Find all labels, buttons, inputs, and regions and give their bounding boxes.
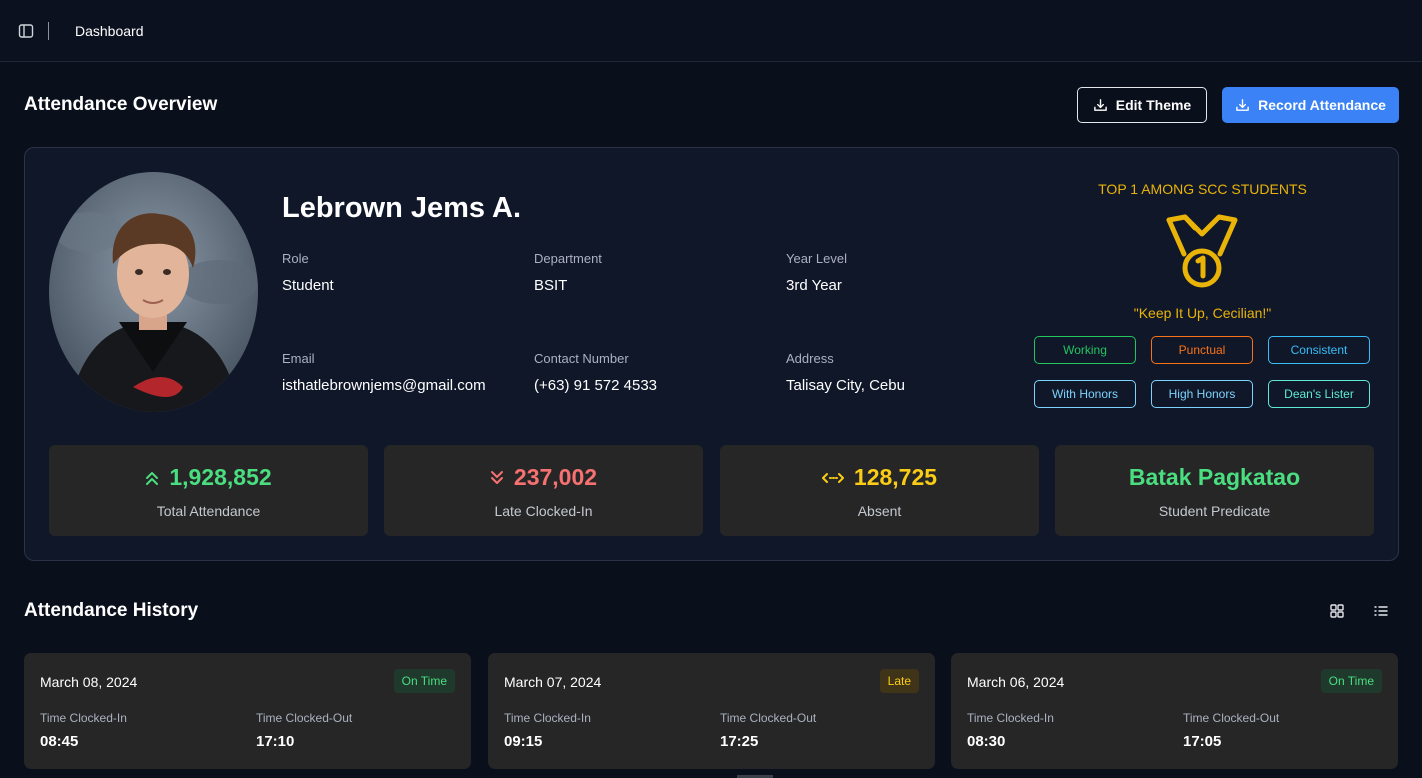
email-value: isthatlebrownjems@gmail.com	[282, 377, 486, 394]
clocked-out-time: 17:05	[1183, 733, 1222, 750]
arrows-horizontal-icon	[821, 472, 844, 483]
clocked-in-label: Time Clocked-In	[967, 711, 1054, 725]
clocked-in-time: 08:30	[967, 733, 1006, 750]
late-clocked-in-value: 237,002	[513, 464, 598, 490]
badge-high-honors: High Honors	[1151, 380, 1253, 408]
edit-theme-button[interactable]: Edit Theme	[1077, 87, 1207, 123]
motto-text: "Keep It Up, Cecilian!"	[1133, 305, 1272, 321]
history-card[interactable]: March 08, 2024 On Time Time Clocked-In T…	[24, 653, 471, 769]
breadcrumb-dashboard[interactable]: Dashboard	[75, 23, 144, 39]
email-label: Email	[282, 351, 315, 366]
contact-label: Contact Number	[534, 351, 629, 366]
page-title: Attendance Overview	[24, 94, 218, 115]
sidebar-toggle-icon[interactable]	[18, 23, 34, 39]
download-icon	[1093, 98, 1107, 111]
record-attendance-label: Record Attendance	[1258, 97, 1386, 113]
total-attendance-label: Total Attendance	[156, 503, 261, 519]
absent-value: 128,725	[853, 464, 938, 490]
clocked-out-time: 17:25	[720, 733, 759, 750]
record-attendance-button[interactable]: Record Attendance	[1222, 87, 1399, 123]
badge-with-honors: With Honors	[1034, 380, 1136, 408]
status-badge: Late	[879, 669, 919, 693]
badge-punctual: Punctual	[1151, 336, 1253, 364]
status-badge: On Time	[1320, 669, 1382, 693]
history-card[interactable]: March 07, 2024 Late Time Clocked-In Time…	[488, 653, 935, 769]
year-level-label: Year Level	[786, 251, 847, 266]
list-view-icon[interactable]	[1373, 603, 1389, 619]
rank-text: TOP 1 AMONG SCC STUDENTS	[1098, 181, 1307, 197]
total-attendance-value: 1,928,852	[169, 464, 272, 490]
department-value: BSIT	[534, 277, 568, 294]
history-title: Attendance History	[24, 600, 199, 621]
stat-value-row: 237,002	[384, 464, 703, 491]
history-date: March 06, 2024	[967, 674, 1065, 690]
address-value: Talisay City, Cebu	[786, 377, 905, 394]
late-clocked-in-label: Late Clocked-In	[494, 503, 593, 519]
clocked-out-time: 17:10	[256, 733, 295, 750]
absent-label: Absent	[857, 503, 902, 519]
download-icon	[1236, 98, 1249, 111]
top-bar: Dashboard	[0, 0, 1422, 62]
profile-name: Lebrown Jems A.	[282, 192, 522, 224]
badge-working: Working	[1034, 336, 1136, 364]
stat-total-attendance: 1,928,852 Total Attendance	[49, 445, 368, 536]
chevrons-down-icon	[490, 470, 503, 484]
stat-value-row: Batak Pagkatao	[1055, 464, 1374, 491]
clocked-out-label: Time Clocked-Out	[256, 711, 353, 725]
profile-card: Lebrown Jems A. Role Student Department …	[24, 147, 1399, 561]
role-value: Student	[282, 277, 334, 294]
clocked-out-label: Time Clocked-Out	[720, 711, 817, 725]
clocked-in-time: 08:45	[40, 733, 79, 750]
year-level-value: 3rd Year	[786, 277, 842, 294]
address-label: Address	[786, 351, 834, 366]
clocked-in-time: 09:15	[504, 733, 543, 750]
stat-value-row: 1,928,852	[49, 464, 368, 491]
history-date: March 07, 2024	[504, 674, 602, 690]
student-predicate-value: Batak Pagkatao	[1128, 464, 1301, 490]
status-badge: On Time	[393, 669, 455, 693]
avatar	[49, 172, 258, 412]
history-card[interactable]: March 06, 2024 On Time Time Clocked-In T…	[951, 653, 1398, 769]
grid-view-icon[interactable]	[1329, 603, 1345, 619]
chevrons-up-icon	[146, 471, 159, 485]
clocked-in-label: Time Clocked-In	[504, 711, 591, 725]
stat-late-clocked-in: 237,002 Late Clocked-In	[384, 445, 703, 536]
contact-value: (+63) 91 572 4533	[534, 377, 658, 394]
role-label: Role	[282, 251, 309, 266]
stat-absent: 128,725 Absent	[720, 445, 1039, 536]
divider	[48, 22, 49, 40]
medal-icon	[1166, 214, 1238, 288]
clocked-out-label: Time Clocked-Out	[1183, 711, 1280, 725]
student-predicate-label: Student Predicate	[1158, 503, 1271, 519]
stat-value-row: 128,725	[720, 464, 1039, 491]
department-label: Department	[534, 251, 602, 266]
badge-deans-lister: Dean's Lister	[1268, 380, 1370, 408]
clocked-in-label: Time Clocked-In	[40, 711, 127, 725]
badge-consistent: Consistent	[1268, 336, 1370, 364]
edit-theme-label: Edit Theme	[1115, 97, 1192, 113]
stat-student-predicate: Batak Pagkatao Student Predicate	[1055, 445, 1374, 536]
history-date: March 08, 2024	[40, 674, 138, 690]
